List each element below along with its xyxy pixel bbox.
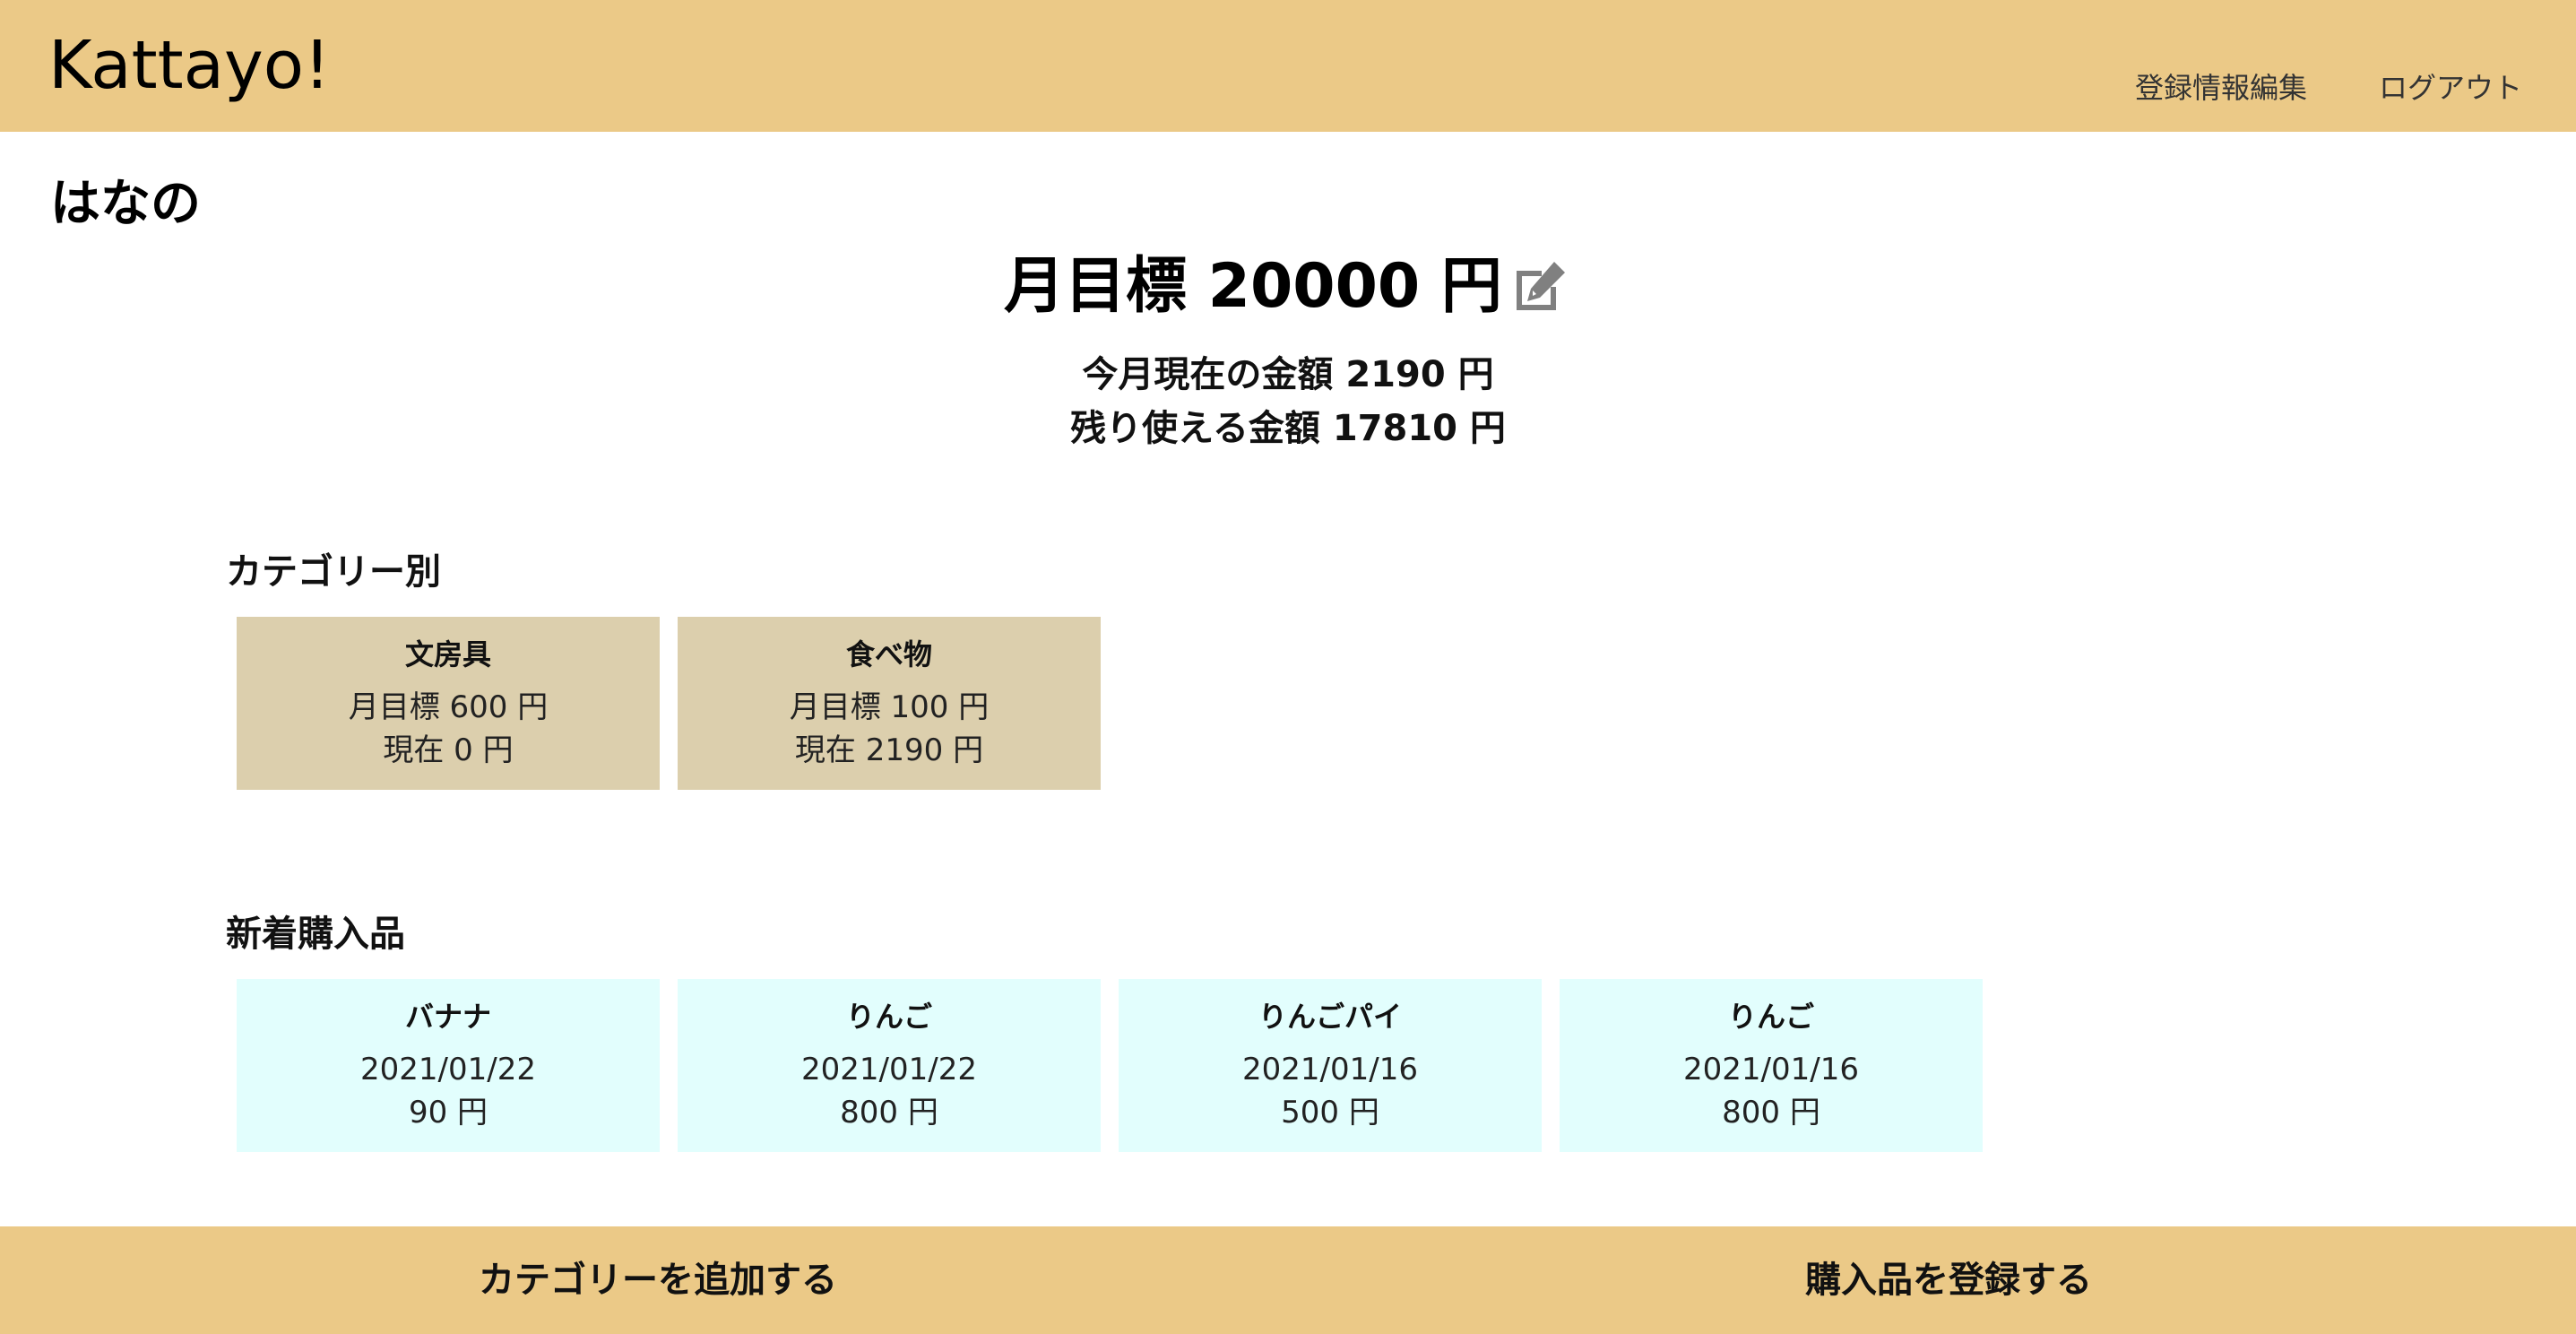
add-category-button[interactable]: カテゴリーを追加する bbox=[479, 1226, 837, 1334]
purchase-name: バナナ bbox=[404, 1000, 491, 1034]
edit-icon[interactable] bbox=[1511, 258, 1569, 316]
category-card[interactable]: 食べ物 月目標 100 円 現在 2190 円 bbox=[678, 617, 1101, 790]
category-card[interactable]: 文房具 月目標 600 円 現在 0 円 bbox=[237, 617, 660, 790]
purchase-card[interactable]: りんごパイ 2021/01/16 500 円 bbox=[1119, 979, 1542, 1152]
purchase-price: 500 円 bbox=[1281, 1095, 1379, 1130]
category-goal: 月目標 100 円 bbox=[789, 689, 990, 725]
purchase-card[interactable]: バナナ 2021/01/22 90 円 bbox=[237, 979, 660, 1152]
top-header: Kattayo! 登録情報編集 ログアウト bbox=[0, 0, 2576, 132]
category-current: 現在 2190 円 bbox=[794, 732, 984, 768]
purchase-card[interactable]: りんご 2021/01/22 800 円 bbox=[678, 979, 1101, 1152]
register-purchase-button[interactable]: 購入品を登録する bbox=[1805, 1226, 2092, 1334]
purchase-date: 2021/01/16 bbox=[1683, 1052, 1859, 1087]
purchase-price: 800 円 bbox=[1722, 1095, 1820, 1130]
purchase-price: 90 円 bbox=[408, 1095, 488, 1130]
app-logo[interactable]: Kattayo! bbox=[48, 25, 331, 106]
purchase-card[interactable]: りんご 2021/01/16 800 円 bbox=[1560, 979, 1983, 1152]
logout-link[interactable]: ログアウト bbox=[2379, 70, 2522, 106]
monthly-goal-row: 月目標 20000 円 bbox=[0, 249, 2576, 325]
current-month-total: 今月現在の金額 2190 円 bbox=[1082, 354, 1494, 395]
category-current: 現在 0 円 bbox=[383, 732, 514, 768]
remaining-budget: 残り使える金額 17810 円 bbox=[1070, 408, 1506, 449]
category-section-heading: カテゴリー別 bbox=[226, 551, 441, 593]
purchase-name: りんごパイ bbox=[1258, 1000, 1402, 1034]
purchase-price: 800 円 bbox=[840, 1095, 938, 1130]
purchase-date: 2021/01/22 bbox=[360, 1052, 536, 1087]
category-name: 文房具 bbox=[404, 637, 491, 671]
monthly-goal: 月目標 20000 円 bbox=[1004, 251, 1502, 322]
category-name: 食べ物 bbox=[845, 637, 932, 671]
bottom-action-bar: カテゴリーを追加する 購入品を登録する bbox=[0, 1226, 2576, 1334]
recent-purchases-heading: 新着購入品 bbox=[226, 914, 405, 955]
purchase-name: りんご bbox=[1727, 1000, 1814, 1034]
category-goal: 月目標 600 円 bbox=[348, 689, 549, 725]
edit-profile-link[interactable]: 登録情報編集 bbox=[2135, 70, 2307, 106]
purchase-date: 2021/01/22 bbox=[801, 1052, 977, 1087]
purchase-date: 2021/01/16 bbox=[1242, 1052, 1418, 1087]
purchase-name: りんご bbox=[845, 1000, 932, 1034]
user-name: はなの bbox=[50, 175, 201, 233]
